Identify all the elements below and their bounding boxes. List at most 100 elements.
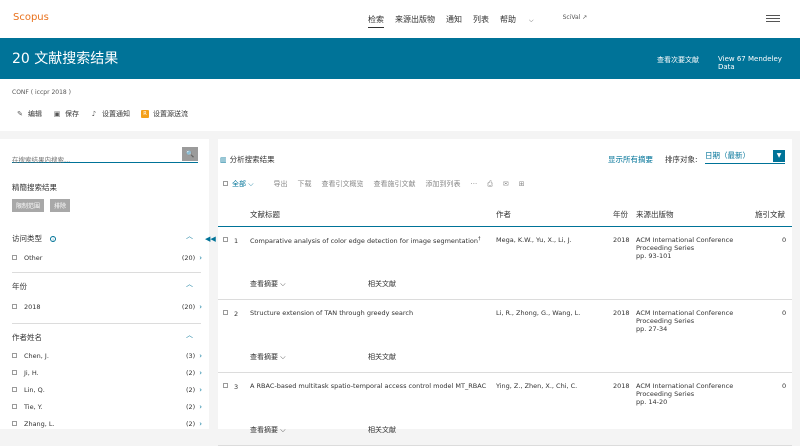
view-abstract-toggle[interactable]: 查看摘要 ⌵ xyxy=(250,352,286,362)
facet-checkbox[interactable] xyxy=(12,370,17,375)
dropdown-arrow-icon[interactable]: ▼ xyxy=(773,150,785,162)
chevron-up-icon[interactable]: ︿ xyxy=(186,279,193,289)
save-button[interactable]: ▣ 保存 xyxy=(53,109,79,119)
authors[interactable]: Li, R., Zhong, G., Wang, L. xyxy=(496,309,596,317)
column-year[interactable]: 年份 xyxy=(613,209,628,220)
set-alert-button[interactable]: ♪ 设置通知 xyxy=(90,109,130,119)
bibliography-icon[interactable]: ⊞ xyxy=(519,180,525,188)
exclude-button[interactable]: 排除 xyxy=(50,199,71,212)
edit-button[interactable]: ✎ 编辑 xyxy=(16,109,42,119)
facet-checkbox[interactable] xyxy=(12,353,17,358)
facet-item[interactable]: Chen, J. (3) › xyxy=(12,352,202,360)
chevron-right-icon[interactable]: › xyxy=(199,420,202,428)
analyze-results-link[interactable]: ▥ 分析搜索结果 xyxy=(220,154,275,165)
chevron-right-icon[interactable]: › xyxy=(199,254,202,262)
collapse-sidebar-icon[interactable]: ◀◀ xyxy=(205,235,216,243)
query-actions: ✎ 编辑 ▣ 保存 ♪ 设置通知 R 设置源送流 xyxy=(16,109,199,119)
facet-checkbox[interactable] xyxy=(12,387,17,392)
view-abstract-toggle[interactable]: 查看摘要 ⌵ xyxy=(250,279,286,289)
set-feed-button[interactable]: R 设置源送流 xyxy=(141,109,188,119)
chevron-up-icon[interactable]: ︿ xyxy=(186,231,193,241)
facet-item[interactable]: Tie, Y. (2) › xyxy=(12,403,202,411)
chevron-right-icon[interactable]: › xyxy=(199,369,202,377)
facet-checkbox[interactable] xyxy=(12,404,17,409)
search-within-input[interactable] xyxy=(12,153,178,167)
select-all-dropdown[interactable]: 全部 ⌵ xyxy=(223,179,264,189)
sort-select[interactable]: 日期（最新） ▼ xyxy=(705,150,785,164)
related-documents-link[interactable]: 相关文献 xyxy=(368,425,396,435)
search-icon[interactable]: 🔍 xyxy=(182,147,198,161)
document-title-link[interactable]: Comparative analysis of color edge detec… xyxy=(250,236,490,245)
table-row: 2 Structure extension of TAN through gre… xyxy=(218,300,792,373)
column-authors[interactable]: 作者 xyxy=(496,209,511,220)
source-line: ACM International Conference xyxy=(636,309,734,317)
download-button[interactable]: 下载 xyxy=(298,179,312,189)
export-button[interactable]: 导出 xyxy=(274,179,288,189)
email-icon[interactable]: ✉ xyxy=(503,180,509,188)
view-abstract-toggle[interactable]: 查看摘要 ⌵ xyxy=(250,425,286,435)
facet-checkbox[interactable] xyxy=(12,255,17,260)
citation-overview-button[interactable]: 查看引文概览 xyxy=(322,179,364,189)
chevron-right-icon[interactable]: › xyxy=(199,352,202,360)
facet-item[interactable]: Ji, H. (2) › xyxy=(12,369,202,377)
source-title[interactable]: ACM International Conference Proceeding S… xyxy=(636,236,756,260)
chevron-up-icon[interactable]: ︿ xyxy=(186,330,193,340)
source-pages: pp. 93-101 xyxy=(636,252,672,260)
show-all-abstracts-link[interactable]: 显示所有摘要 xyxy=(608,154,653,165)
info-icon[interactable]: i xyxy=(50,236,56,242)
view-secondary-docs-link[interactable]: 查看次要文献 xyxy=(657,55,699,65)
related-documents-link[interactable]: 相关文献 xyxy=(368,352,396,362)
chevron-right-icon[interactable]: › xyxy=(199,403,202,411)
column-cited-by[interactable]: 施引文献 xyxy=(755,209,785,220)
facet-item-count: (2) xyxy=(185,403,196,411)
facet-item[interactable]: Lin, Q. (2) › xyxy=(12,386,202,394)
row-number: 1 xyxy=(234,237,239,245)
facet-item-label: Tie, Y. xyxy=(24,403,43,411)
facet-item[interactable]: Zhang, L. (2) › xyxy=(12,420,202,428)
facet-checkbox[interactable] xyxy=(12,304,17,309)
hamburger-menu-icon[interactable] xyxy=(766,15,780,24)
select-all-checkbox[interactable] xyxy=(223,181,228,186)
column-title[interactable]: 文献标题 xyxy=(250,209,280,220)
scopus-logo[interactable]: Scopus xyxy=(13,12,49,23)
limit-to-button[interactable]: 限制范围 xyxy=(12,199,45,212)
source-line: ACM International Conference xyxy=(636,236,734,244)
nav-help[interactable]: 帮助 ⌵ xyxy=(500,14,545,28)
related-documents-link[interactable]: 相关文献 xyxy=(368,279,396,289)
row-checkbox[interactable] xyxy=(223,310,228,315)
year: 2018 xyxy=(613,236,630,244)
view-mendeley-data-link[interactable]: View 67 Mendeley Data xyxy=(718,55,800,71)
facet-item[interactable]: Other (20) › xyxy=(12,254,202,262)
nav-scival[interactable]: SciVal ↗ xyxy=(563,14,588,28)
facet-item[interactable]: 2018 (20) › xyxy=(12,303,202,311)
authors[interactable]: Mega, K.W., Yu, X., Li, J. xyxy=(496,236,596,244)
bell-icon: ♪ xyxy=(91,110,97,118)
source-title[interactable]: ACM International Conference Proceeding S… xyxy=(636,309,756,333)
top-bar: Scopus 检索 来源出版物 通知 列表 帮助 ⌵ SciVal ↗ xyxy=(0,0,800,38)
save-label: 保存 xyxy=(65,110,79,118)
column-source[interactable]: 来源出版物 xyxy=(636,209,674,220)
table-row: 1 Comparative analysis of color edge det… xyxy=(218,227,792,300)
top-nav: 检索 来源出版物 通知 列表 帮助 ⌵ SciVal ↗ xyxy=(368,14,598,28)
facet-item-label: Ji, H. xyxy=(24,369,39,377)
chevron-right-icon[interactable]: › xyxy=(199,303,202,311)
document-title: Comparative analysis of color edge detec… xyxy=(250,237,479,246)
nav-sources[interactable]: 来源出版物 xyxy=(395,14,435,28)
nav-alerts[interactable]: 通知 xyxy=(446,14,462,28)
facet-checkbox[interactable] xyxy=(12,421,17,426)
facet-item-count: (2) xyxy=(185,386,196,394)
authors[interactable]: Ying, Z., Zhen, X., Chi, C. xyxy=(496,382,596,390)
source-title[interactable]: ACM International Conference Proceeding S… xyxy=(636,382,756,406)
refine-sidebar: 🔍 精簡搜索结果 限制范围 排除 访问类型i ︿ Other(20)› 年份 ︿… xyxy=(0,139,209,429)
more-options-icon[interactable]: ··· xyxy=(471,180,478,188)
document-title-link[interactable]: A RBAC-based multitask spatio-temporal a… xyxy=(250,382,490,390)
row-checkbox[interactable] xyxy=(223,237,228,242)
nav-search[interactable]: 检索 xyxy=(368,14,384,28)
cited-by-button[interactable]: 查看施引文献 xyxy=(374,179,416,189)
chevron-right-icon[interactable]: › xyxy=(199,386,202,394)
print-icon[interactable]: ⎙ xyxy=(487,180,493,189)
row-checkbox[interactable] xyxy=(223,383,228,388)
document-title-link[interactable]: Structure extension of TAN through greed… xyxy=(250,309,490,317)
nav-lists[interactable]: 列表 xyxy=(473,14,489,28)
add-to-list-button[interactable]: 添加到列表 xyxy=(426,179,461,189)
